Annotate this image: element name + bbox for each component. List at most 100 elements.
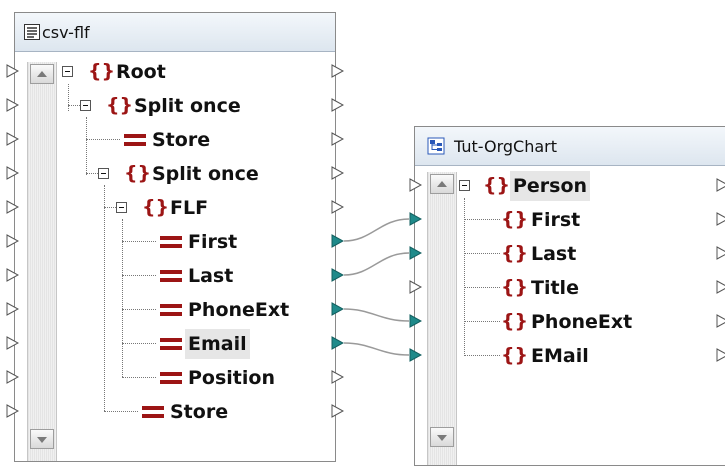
input-port-connected-icon[interactable] [409,314,422,328]
xml-schema-icon [427,137,445,155]
element-icon: {} [88,60,116,82]
node-label: EMail [531,345,589,367]
output-port-icon[interactable] [716,348,725,362]
source-component[interactable]: csv-flf {} Root {} Split once Store {} S… [14,12,336,462]
tree-row-title[interactable]: {} Title [415,273,725,303]
attribute-icon [142,406,164,418]
element-icon: {} [501,242,529,264]
scroll-down-arrow-icon[interactable] [430,427,454,447]
connection-email[interactable] [343,342,410,356]
output-port-connected-icon[interactable] [331,336,344,350]
input-port-icon[interactable] [6,132,19,146]
attribute-icon [160,236,182,248]
node-label: Title [531,277,579,299]
tree-row-split-once[interactable]: {} Split once [15,91,335,121]
output-port-icon[interactable] [331,404,344,418]
node-label: First [188,231,238,253]
collapse-icon[interactable] [116,202,127,213]
node-label: Email [185,329,250,359]
node-label: Store [152,129,211,151]
target-component-title-bar[interactable]: Tut-OrgChart [415,127,725,166]
attribute-icon [160,304,182,316]
target-component-title: Tut-OrgChart [454,137,557,156]
input-port-icon[interactable] [6,234,19,248]
tree-row-first[interactable]: {} First [415,205,725,235]
output-port-icon[interactable] [331,132,344,146]
tree-row-last[interactable]: {} Last [415,239,725,269]
element-icon: {} [501,310,529,332]
input-port-icon[interactable] [6,404,19,418]
connection-last[interactable] [343,252,410,276]
output-port-icon[interactable] [716,280,725,294]
connection-first[interactable] [343,218,410,242]
input-port-connected-icon[interactable] [409,348,422,362]
tree-row-email[interactable]: Email [15,329,335,359]
node-label: Store [170,401,229,423]
node-label: Person [510,171,591,201]
output-port-icon[interactable] [716,212,725,226]
tree-row-root[interactable]: {} Root [15,57,335,87]
collapse-icon[interactable] [80,100,91,111]
node-label: PhoneExt [531,311,633,333]
output-port-connected-icon[interactable] [331,234,344,248]
element-icon: {} [483,174,511,196]
connection-phoneext[interactable] [343,308,410,322]
tree-row-phoneext[interactable]: PhoneExt [15,295,335,325]
output-port-connected-icon[interactable] [331,268,344,282]
text-file-icon [24,24,40,40]
tree-row-person[interactable]: {} Person [415,171,725,201]
input-port-icon[interactable] [6,336,19,350]
attribute-icon [160,338,182,350]
source-component-title-bar[interactable]: csv-flf [15,13,335,52]
element-icon: {} [501,276,529,298]
input-port-icon[interactable] [409,178,422,192]
input-port-icon[interactable] [6,370,19,384]
output-port-icon[interactable] [331,98,344,112]
node-label: Position [188,367,275,389]
output-port-icon[interactable] [331,64,344,78]
node-label: FLF [170,197,209,219]
node-label: Split once [134,95,241,117]
tree-row-first[interactable]: First [15,227,335,257]
tree-row-position[interactable]: Position [15,363,335,393]
input-port-icon[interactable] [6,302,19,316]
node-label: PhoneExt [188,299,290,321]
tree-row-last[interactable]: Last [15,261,335,291]
node-label: Last [188,265,234,287]
input-port-icon[interactable] [6,166,19,180]
output-port-icon[interactable] [331,370,344,384]
input-port-icon[interactable] [6,200,19,214]
tree-row-split-once[interactable]: {} Split once [15,159,335,189]
input-port-icon[interactable] [409,280,422,294]
element-icon: {} [501,208,529,230]
attribute-icon [160,372,182,384]
attribute-icon [124,134,146,146]
node-label: Split once [152,163,259,185]
tree-row-store[interactable]: Store [15,397,335,427]
output-port-icon[interactable] [331,166,344,180]
output-port-connected-icon[interactable] [331,302,344,316]
input-port-connected-icon[interactable] [409,212,422,226]
input-port-icon[interactable] [6,268,19,282]
tree-row-email[interactable]: {} EMail [415,341,725,371]
collapse-icon[interactable] [98,168,109,179]
collapse-icon[interactable] [459,180,470,191]
output-port-icon[interactable] [716,314,725,328]
input-port-connected-icon[interactable] [409,246,422,260]
input-port-icon[interactable] [6,98,19,112]
element-icon: {} [142,196,170,218]
tree-row-store[interactable]: Store [15,125,335,155]
element-icon: {} [106,94,134,116]
tree-row-flf[interactable]: {} FLF [15,193,335,223]
output-port-icon[interactable] [331,200,344,214]
collapse-icon[interactable] [62,66,73,77]
output-port-icon[interactable] [716,246,725,260]
scroll-down-arrow-icon[interactable] [30,429,54,449]
element-icon: {} [501,344,529,366]
element-icon: {} [124,162,152,184]
target-component[interactable]: Tut-OrgChart {} Person {} First {} Last … [414,126,725,466]
tree-row-phoneext[interactable]: {} PhoneExt [415,307,725,337]
input-port-icon[interactable] [6,64,19,78]
node-label: Root [116,61,166,83]
output-port-icon[interactable] [716,178,725,192]
